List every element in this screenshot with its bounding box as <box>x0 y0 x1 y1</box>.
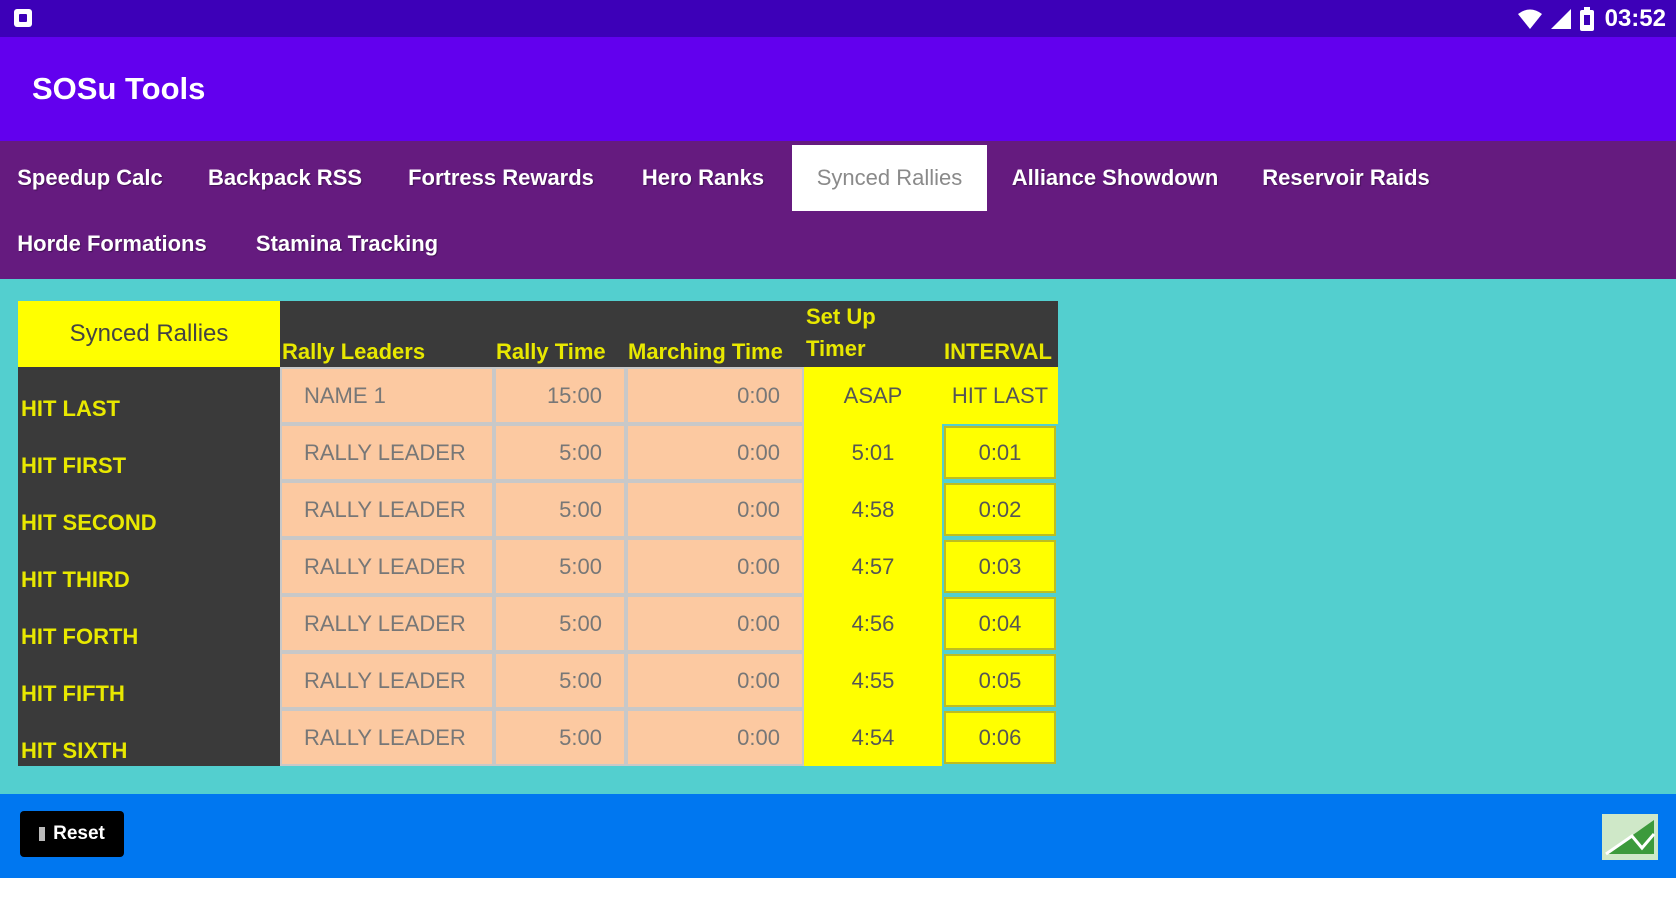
status-bar: 03:52 <box>0 0 1676 37</box>
tab-reservoir-raids[interactable]: Reservoir Raids <box>1243 145 1449 211</box>
column-header-marching-time: Marching Time <box>626 301 804 367</box>
app-title: SOSu Tools <box>32 71 206 106</box>
tab-bar: Speedup Calc Backpack RSS Fortress Rewar… <box>0 141 1676 279</box>
rally-time-input[interactable]: 5:00 <box>494 595 626 652</box>
tab-hero-ranks[interactable]: Hero Ranks <box>624 145 782 211</box>
rally-time-input[interactable]: 5:00 <box>494 709 626 766</box>
row-label: HIT FORTH <box>18 595 280 652</box>
spreadsheet-icon[interactable] <box>1602 814 1658 860</box>
rally-time-input[interactable]: 5:00 <box>494 481 626 538</box>
notification-icon <box>14 9 32 27</box>
column-header-interval: INTERVAL <box>942 301 1058 367</box>
column-header-rally-time: Rally Time <box>494 301 626 367</box>
app-bar: SOSu Tools <box>0 37 1676 141</box>
set-up-timer-value: 4:57 <box>804 538 942 595</box>
marching-time-input[interactable]: 0:00 <box>626 652 804 709</box>
marching-time-input[interactable]: 0:00 <box>626 538 804 595</box>
interval-input[interactable]: 0:01 <box>944 426 1056 479</box>
row-label: HIT FIRST <box>18 424 280 481</box>
tab-stamina-tracking[interactable]: Stamina Tracking <box>244 211 450 277</box>
interval-input[interactable]: 0:05 <box>944 654 1056 707</box>
reset-icon <box>39 827 46 841</box>
tab-alliance-showdown[interactable]: Alliance Showdown <box>997 145 1233 211</box>
set-up-timer-value: ASAP <box>804 367 942 424</box>
content-area: Synced Rallies Rally Leaders Rally Time … <box>0 279 1676 794</box>
rally-leader-input[interactable]: RALLY LEADER <box>280 595 494 652</box>
row-label: HIT LAST <box>18 367 280 424</box>
column-header-rally-leaders: Rally Leaders <box>280 301 494 367</box>
set-up-timer-value: 4:56 <box>804 595 942 652</box>
set-up-timer-value: 4:54 <box>804 709 942 766</box>
rally-leader-input[interactable]: RALLY LEADER <box>280 481 494 538</box>
rally-time-input[interactable]: 5:00 <box>494 538 626 595</box>
tab-backpack-rss[interactable]: Backpack RSS <box>190 145 380 211</box>
tab-synced-rallies[interactable]: Synced Rallies <box>792 145 987 211</box>
bottom-spacer <box>0 878 1676 900</box>
marching-time-input[interactable]: 0:00 <box>626 481 804 538</box>
status-time: 03:52 <box>1604 4 1666 32</box>
row-label: HIT SECOND <box>18 481 280 538</box>
reset-label: Reset <box>53 823 105 844</box>
rally-time-input[interactable]: 5:00 <box>494 652 626 709</box>
set-up-timer-value: 4:55 <box>804 652 942 709</box>
signal-icon <box>1550 8 1571 29</box>
tab-speedup-calc[interactable]: Speedup Calc <box>0 145 180 211</box>
rally-time-input[interactable]: 5:00 <box>494 424 626 481</box>
rally-leader-input[interactable]: NAME 1 <box>280 367 494 424</box>
battery-icon <box>1579 6 1594 31</box>
interval-value: HIT LAST <box>942 367 1058 424</box>
rally-leader-input[interactable]: RALLY LEADER <box>280 538 494 595</box>
interval-input[interactable]: 0:03 <box>944 540 1056 593</box>
marching-time-input[interactable]: 0:00 <box>626 424 804 481</box>
rally-leader-input[interactable]: RALLY LEADER <box>280 709 494 766</box>
interval-input[interactable]: 0:04 <box>944 597 1056 650</box>
wifi-icon <box>1517 9 1542 29</box>
status-icons: 03:52 <box>1517 2 1666 35</box>
interval-input[interactable]: 0:02 <box>944 483 1056 536</box>
reset-button[interactable]: Reset <box>20 811 124 857</box>
bottom-bar: Reset <box>0 794 1676 878</box>
marching-time-input[interactable]: 0:00 <box>626 367 804 424</box>
row-label: HIT SIXTH <box>18 709 280 766</box>
set-up-timer-value: 4:58 <box>804 481 942 538</box>
interval-input[interactable]: 0:06 <box>944 711 1056 764</box>
rally-leader-input[interactable]: RALLY LEADER <box>280 424 494 481</box>
marching-time-input[interactable]: 0:00 <box>626 709 804 766</box>
rally-leader-input[interactable]: RALLY LEADER <box>280 652 494 709</box>
marching-time-input[interactable]: 0:00 <box>626 595 804 652</box>
set-up-timer-value: 5:01 <box>804 424 942 481</box>
column-header-set-up-timer: Set Up Timer <box>804 301 942 367</box>
row-label: HIT FIFTH <box>18 652 280 709</box>
tab-fortress-rewards[interactable]: Fortress Rewards <box>390 145 612 211</box>
rally-time-input[interactable]: 15:00 <box>494 367 626 424</box>
table-title: Synced Rallies <box>18 301 280 367</box>
row-label: HIT THIRD <box>18 538 280 595</box>
tab-horde-formations[interactable]: Horde Formations <box>0 211 224 277</box>
